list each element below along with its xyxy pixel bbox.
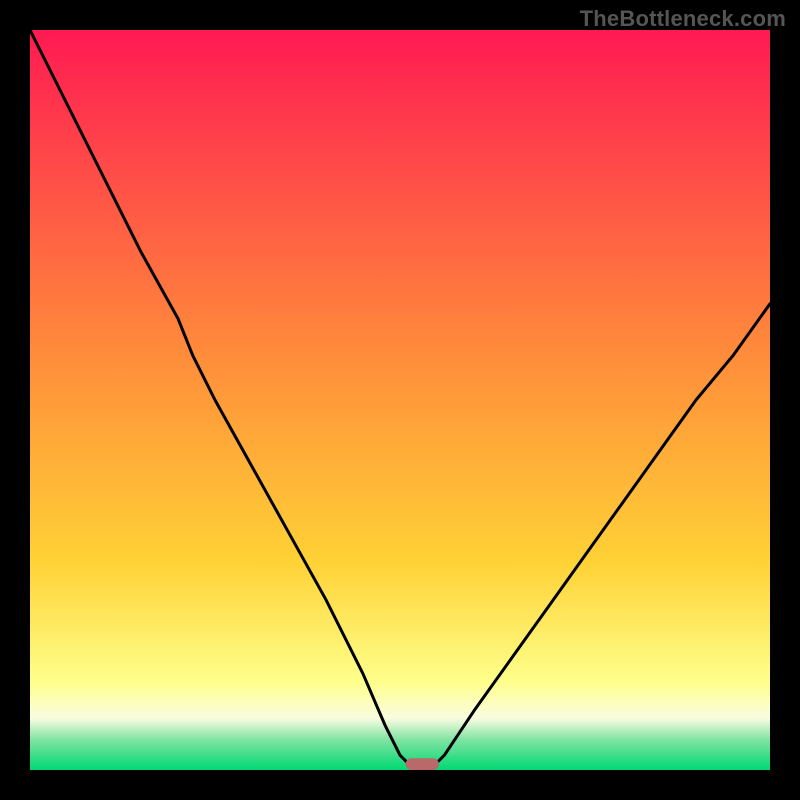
gradient-background xyxy=(30,30,770,770)
plot-svg xyxy=(30,30,770,770)
optimal-marker xyxy=(406,758,439,770)
plot-area xyxy=(30,30,770,770)
chart-frame: TheBottleneck.com xyxy=(0,0,800,800)
watermark-text: TheBottleneck.com xyxy=(580,6,786,32)
